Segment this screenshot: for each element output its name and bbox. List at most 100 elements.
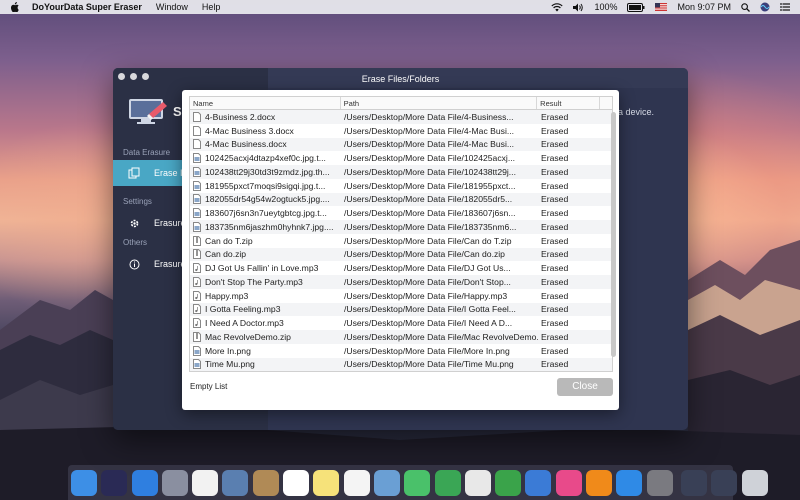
table-row[interactable]: Don't Stop The Party.mp3/Users/Desktop/M…	[190, 275, 612, 289]
window-controls	[118, 73, 149, 80]
gear-icon	[127, 216, 141, 230]
table-row[interactable]: I Need A Doctor.mp3/Users/Desktop/More D…	[190, 316, 612, 330]
volume-icon[interactable]	[573, 3, 584, 12]
cell-path: /Users/Desktop/More Data File/4-Mac Busi…	[344, 125, 515, 136]
cell-name: More In.png	[190, 345, 341, 356]
image-icon	[193, 166, 201, 177]
cell-name: 4-Mac Business.docx	[190, 139, 341, 150]
cell-path: /Users/Desktop/More Data File/102438tt29…	[344, 166, 516, 177]
menubar-clock[interactable]: Mon 9:07 PM	[677, 2, 731, 12]
super-eraser-icon[interactable]	[680, 469, 707, 496]
textedit-icon[interactable]	[464, 469, 491, 496]
notes-icon[interactable]	[313, 469, 340, 496]
file-name: I Need A Doctor.mp3	[205, 318, 284, 329]
image-capture-icon[interactable]	[222, 469, 249, 496]
launchpad-icon[interactable]	[161, 469, 188, 496]
file-name: 102425acxj4dtazp4xef0c.jpg.t...	[205, 153, 326, 164]
spotlight-icon[interactable]	[741, 2, 750, 12]
table-row[interactable]: I Gotta Feeling.mp3/Users/Desktop/More D…	[190, 302, 612, 317]
file-name: 4-Mac Business 3.docx	[205, 125, 294, 136]
column-header-path[interactable]: Path	[341, 97, 538, 109]
close-window-button[interactable]	[118, 73, 125, 80]
numbers-icon[interactable]	[495, 469, 522, 496]
image-icon	[193, 359, 201, 370]
app-store-icon[interactable]	[616, 469, 643, 496]
facetime-icon[interactable]	[434, 469, 461, 496]
itunes-icon[interactable]	[555, 469, 582, 496]
menu-app-name[interactable]: DoYourData Super Eraser	[32, 2, 142, 12]
table-row[interactable]: 181955pxct7moqsi9sigqi.jpg.t... /Users/De…	[190, 179, 612, 193]
dialog-title: Erase Files/Folders	[361, 74, 440, 84]
super-eraser-alt-icon[interactable]	[711, 469, 738, 496]
cell-result: Erased	[541, 331, 569, 342]
contacts-icon[interactable]	[252, 469, 279, 496]
apple-menu-icon[interactable]	[10, 2, 20, 12]
siri-icon[interactable]	[101, 469, 128, 496]
cell-path: /Users/Desktop/More Data File/Can do.zip	[344, 249, 505, 260]
keynote-icon[interactable]	[525, 469, 552, 496]
audio-icon	[193, 304, 201, 315]
zip-icon	[193, 249, 201, 260]
cell-name: 183607j6sn3n7ueytgbtcg.jpg.t...	[190, 208, 341, 219]
ibooks-icon[interactable]	[586, 469, 613, 496]
table-row[interactable]: 102438tt29j30td3t9zmdz.jpg.th... /Users/D…	[190, 165, 612, 179]
table-row[interactable]: DJ Got Us Fallin' in Love.mp3/Users/Desk…	[190, 261, 612, 275]
wifi-icon[interactable]	[551, 2, 564, 12]
calendar-icon[interactable]	[283, 469, 310, 496]
table-row[interactable]: Time Mu.png/Users/Desktop/More Data File…	[190, 357, 612, 371]
table-row[interactable]: 183735nm6jaszhm0hyhnk7.jpg.... /Users/Des…	[190, 220, 612, 234]
column-header-name[interactable]: Name	[190, 97, 341, 109]
dock	[68, 465, 768, 500]
cell-path: /Users/Desktop/More Data File/Time Mu.pn…	[344, 359, 514, 370]
finder-icon[interactable]	[71, 469, 97, 496]
table-row[interactable]: More In.png/Users/Desktop/More Data File…	[190, 344, 612, 358]
table-row[interactable]: 183607j6sn3n7ueytgbtcg.jpg.t... /Users/De…	[190, 206, 612, 220]
cell-result: Erased	[541, 345, 569, 356]
close-button[interactable]: Close	[557, 378, 613, 396]
empty-list-button[interactable]: Empty List	[190, 382, 227, 391]
menu-help[interactable]: Help	[202, 2, 221, 12]
audio-icon	[193, 290, 201, 301]
minimize-window-button[interactable]	[130, 73, 137, 80]
column-header-result[interactable]: Result	[537, 97, 601, 109]
safari-icon[interactable]	[131, 469, 158, 496]
table-row[interactable]: Can do T.zip/Users/Desktop/More Data Fil…	[190, 234, 612, 248]
cell-path: /Users/Desktop/More Data File/182055dr5.…	[344, 194, 513, 205]
menu-window[interactable]: Window	[156, 2, 188, 12]
flag-icon[interactable]	[655, 3, 668, 11]
system-preferences-icon[interactable]	[646, 469, 673, 496]
cell-name: 181955pxct7moqsi9sigqi.jpg.t...	[190, 180, 341, 191]
siri-menubar-icon[interactable]	[760, 2, 770, 12]
table-header: Name Path Result	[190, 97, 612, 110]
doc-icon	[193, 139, 201, 150]
table-row[interactable]: Can do.zip/Users/Desktop/More Data File/…	[190, 247, 612, 262]
table-row[interactable]: Mac RevolveDemo.zip/Users/Desktop/More D…	[190, 330, 612, 344]
audio-icon	[193, 318, 201, 329]
cell-name: 102425acxj4dtazp4xef0c.jpg.t...	[190, 153, 341, 164]
messages-icon[interactable]	[404, 469, 431, 496]
table-row[interactable]: 4-Business 2.docx/Users/Desktop/More Dat…	[190, 110, 612, 124]
file-name: Can do.zip	[205, 249, 247, 260]
table-row[interactable]: 102425acxj4dtazp4xef0c.jpg.t... /Users/De…	[190, 151, 612, 165]
zoom-window-button[interactable]	[142, 73, 149, 80]
table-row[interactable]: Happy.mp3/Users/Desktop/More Data File/H…	[190, 289, 612, 303]
photos-icon[interactable]	[192, 469, 219, 496]
battery-icon[interactable]	[627, 2, 645, 12]
info-icon	[127, 257, 141, 271]
cell-path: /Users/Desktop/More Data File/More In.pn…	[344, 345, 510, 356]
table-row[interactable]: 4-Mac Business 3.docx/Users/Desktop/More…	[190, 124, 612, 138]
cell-result: Erased	[541, 290, 569, 301]
reminders-icon[interactable]	[343, 469, 370, 496]
table-scrollbar[interactable]	[611, 112, 616, 357]
cell-name: Can do T.zip	[190, 235, 341, 246]
audio-icon	[193, 276, 201, 287]
trash-icon[interactable]	[741, 469, 768, 496]
sidebar-item-erase-label: Erase I	[154, 168, 183, 178]
cell-name: I Gotta Feeling.mp3	[190, 304, 341, 315]
table-row[interactable]: 182055dr54g54w2ogtuck5.jpg.... /Users/Des…	[190, 192, 612, 207]
preview-icon[interactable]	[373, 469, 400, 496]
cell-name: Happy.mp3	[190, 290, 341, 301]
notification-center-icon[interactable]	[780, 3, 790, 11]
table-row[interactable]: 4-Mac Business.docx/Users/Desktop/More D…	[190, 137, 612, 152]
cell-path: /Users/Desktop/More Data File/4-Mac Busi…	[344, 139, 515, 150]
